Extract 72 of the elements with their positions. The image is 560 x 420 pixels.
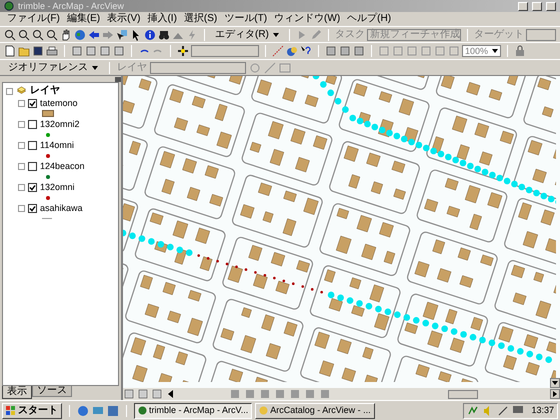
add-data-icon[interactable]	[177, 45, 189, 57]
layer-name[interactable]: 132omni2	[40, 120, 80, 129]
window-title: trimble - ArcMap - ArcView	[18, 2, 125, 10]
collapse-toggle[interactable]	[18, 163, 25, 170]
pointer-icon[interactable]	[130, 28, 142, 40]
collapse-toggle[interactable]	[18, 142, 25, 149]
panel-tab[interactable]: 表示	[2, 386, 32, 399]
binoculars-icon[interactable]	[158, 28, 170, 40]
scroll-down-button[interactable]	[550, 378, 560, 388]
menu-item[interactable]: ツール(T)	[221, 14, 270, 24]
printer-icon[interactable]	[46, 45, 58, 57]
right-arrow-icon	[553, 391, 557, 397]
menu-item[interactable]: ファイル(F)	[4, 14, 63, 24]
layer-checkbox[interactable]	[28, 162, 37, 171]
close-button[interactable]	[115, 76, 121, 82]
collapse-toggle[interactable]	[18, 184, 25, 191]
layer-checkbox[interactable]	[28, 204, 37, 213]
lightning-icon[interactable]	[186, 28, 198, 40]
georeference-menu[interactable]: ジオリファレンス	[4, 62, 102, 72]
menu-item[interactable]: 表示(V)	[104, 14, 144, 24]
taskbar-button[interactable]: ArcCatalog - ArcView - ...	[255, 402, 375, 418]
target-dropdown[interactable]	[526, 28, 556, 40]
start-button[interactable]: スタート	[2, 402, 62, 418]
layer-dropdown[interactable]	[150, 62, 246, 74]
info-icon[interactable]	[144, 28, 156, 40]
caret-icon	[92, 66, 98, 70]
select-features-icon[interactable]	[116, 28, 128, 40]
down-arrow-icon	[552, 381, 558, 385]
scrollbar-thumb[interactable]	[448, 390, 478, 398]
pencil-icon[interactable]	[310, 28, 322, 40]
collapse-toggle[interactable]	[18, 205, 25, 212]
app-icon	[138, 406, 147, 415]
new-document-icon[interactable]	[4, 45, 16, 57]
layer-checkbox[interactable]	[28, 99, 37, 108]
windows-logo-icon	[6, 406, 16, 416]
layer-name[interactable]: tatemono	[40, 99, 78, 108]
layer-checkbox[interactable]	[28, 183, 37, 192]
layer-name[interactable]: 132omni	[40, 183, 75, 192]
zoom-out-icon[interactable]	[18, 28, 30, 40]
task-label: タスク	[334, 30, 365, 40]
menu-item[interactable]: 編集(E)	[64, 14, 104, 24]
collapse-toggle[interactable]	[18, 121, 25, 128]
caret-icon	[272, 32, 279, 36]
menu-item[interactable]: 挿入(I)	[144, 14, 180, 24]
caret-icon	[492, 49, 498, 53]
zoom-percent-dropdown[interactable]: 100%	[462, 45, 502, 57]
layer-checkbox[interactable]	[28, 120, 37, 129]
clock: 13:37	[531, 406, 554, 415]
close-button[interactable]	[546, 2, 556, 10]
layer-name[interactable]: 124beacon	[40, 162, 85, 171]
back-arrow-icon[interactable]	[88, 28, 100, 40]
layer-name[interactable]: asahikawa	[40, 204, 83, 213]
menu-item[interactable]: 選択(S)	[180, 14, 220, 24]
target-label: ターゲット	[474, 30, 524, 40]
menu-item[interactable]: ウィンドウ(W)	[271, 14, 344, 24]
layer-label: レイヤ	[117, 62, 147, 72]
draft-mode-icon[interactable]	[514, 45, 526, 57]
layer-name[interactable]: 114omni	[40, 141, 74, 150]
taskbar-button[interactable]: trimble - ArcMap - ArcV...	[134, 402, 252, 418]
zoom-in-icon[interactable]	[4, 28, 16, 40]
layers-icon[interactable]	[16, 86, 27, 96]
panel-tab[interactable]: ソース	[32, 386, 72, 397]
minimize-button[interactable]	[518, 2, 528, 10]
restore-button[interactable]	[532, 2, 542, 10]
editor-menu[interactable]: エディタ(R)	[211, 30, 283, 40]
data-frame-label[interactable]: レイヤ	[30, 86, 60, 96]
layer-checkbox[interactable]	[28, 141, 37, 150]
pan-hand-icon[interactable]	[60, 28, 72, 40]
menu-item[interactable]: ヘルプ(H)	[344, 14, 394, 24]
scroll-right-button[interactable]	[550, 389, 560, 399]
app-icon	[259, 406, 268, 415]
help-icon[interactable]	[300, 45, 312, 57]
